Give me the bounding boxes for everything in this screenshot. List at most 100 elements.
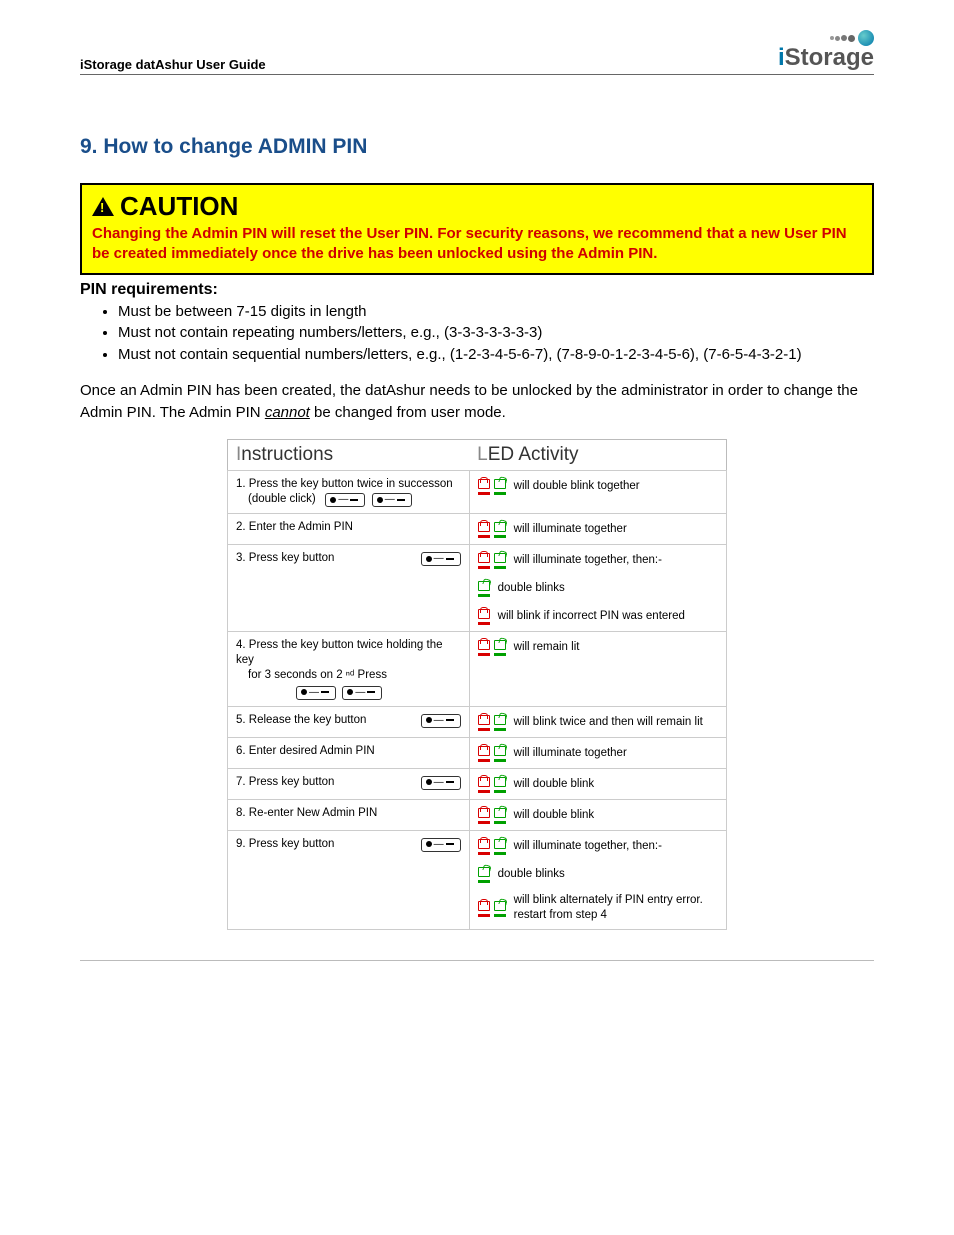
unlocked-led-icon <box>494 477 506 495</box>
section-heading: How to change ADMIN PIN <box>103 135 367 158</box>
table-row: 2. Enter the Admin PIN will illuminate to… <box>228 514 727 545</box>
led-text: will double blink <box>514 777 595 792</box>
led-text: will double blink <box>514 808 595 823</box>
led-activity-cell: will illuminate together, then:- double b… <box>469 545 726 632</box>
led-row: will illuminate together, then:- <box>478 551 718 569</box>
table-row: 7. Press key button— will double blink <box>228 769 727 800</box>
table-row: 5. Release the key button— will blink tw… <box>228 707 727 738</box>
caution-heading: CAUTION <box>92 191 862 222</box>
instruction-subtext: (double click) — — <box>236 492 461 507</box>
instruction-text: 6. Enter desired Admin PIN <box>236 744 461 759</box>
logo-text: iStorage <box>778 44 874 72</box>
led-row: will illuminate together <box>478 520 718 538</box>
led-activity-cell: will illuminate together <box>469 738 726 769</box>
table-row: 4. Press the key button twice holding th… <box>228 632 727 707</box>
locked-led-icon <box>478 899 490 917</box>
led-text: double blinks <box>498 867 565 882</box>
table-row: 8. Re-enter New Admin PIN will double bli… <box>228 800 727 831</box>
key-button-icon: — <box>372 493 412 507</box>
led-activity-cell: will blink twice and then will remain li… <box>469 707 726 738</box>
table-row: 9. Press key button— will illuminate tog… <box>228 831 727 930</box>
led-text: will remain lit <box>514 640 580 655</box>
list-item: Must be between 7-15 digits in length <box>118 301 874 323</box>
led-activity-cell: will illuminate together, then:- double b… <box>469 831 726 930</box>
page-header: iStorage datAshur User Guide iStorage <box>80 30 874 75</box>
unlocked-led-icon <box>478 865 490 883</box>
caution-box: CAUTION Changing the Admin PIN will rese… <box>80 183 874 275</box>
unlocked-led-icon <box>494 713 506 731</box>
key-icons-row: — — <box>236 685 461 700</box>
pin-requirements-title: PIN requirements: <box>80 281 874 299</box>
led-row: will remain lit <box>478 638 718 656</box>
logo: iStorage <box>778 30 874 72</box>
unlocked-led-icon <box>494 806 506 824</box>
locked-led-icon <box>478 713 490 731</box>
led-activity-cell: will remain lit <box>469 632 726 707</box>
led-text: will blink if incorrect PIN was entered <box>498 609 685 624</box>
instruction-subtext: for 3 seconds on 2 ⁿᵈ Press <box>236 668 461 683</box>
header-title: iStorage datAshur User Guide <box>80 57 266 72</box>
led-row: will illuminate together, then:- <box>478 837 718 855</box>
instruction-cell: 8. Re-enter New Admin PIN <box>228 800 470 831</box>
para-text: be changed from user mode. <box>310 404 506 421</box>
led-text: will blink alternately if PIN entry erro… <box>514 893 718 923</box>
instruction-text: 9. Press key button— <box>236 837 461 852</box>
locked-led-icon <box>478 551 490 569</box>
list-item: Must not contain sequential numbers/lett… <box>118 344 874 366</box>
table-row: 1. Press the key button twice in success… <box>228 471 727 514</box>
instruction-cell: 5. Release the key button— <box>228 707 470 738</box>
unlocked-led-icon <box>478 579 490 597</box>
unlocked-led-icon <box>494 551 506 569</box>
led-text: will double blink together <box>514 479 640 494</box>
unlocked-led-icon <box>494 837 506 855</box>
unlocked-led-icon <box>494 899 506 917</box>
locked-led-icon <box>478 806 490 824</box>
key-button-icon: — <box>325 493 365 507</box>
instruction-cell: 3. Press key button— <box>228 545 470 632</box>
instructions-table: Instructions LED Activity 1. Press the k… <box>227 439 727 930</box>
body-paragraph: Once an Admin PIN has been created, the … <box>80 380 874 424</box>
led-text: will blink twice and then will remain li… <box>514 715 703 730</box>
key-button-icon: — <box>421 552 461 566</box>
locked-led-icon <box>478 837 490 855</box>
locked-led-icon <box>478 607 490 625</box>
led-text: will illuminate together <box>514 746 627 761</box>
table-header-led: LED Activity <box>469 440 726 471</box>
key-button-icon: — <box>421 714 461 728</box>
led-row: will double blink <box>478 806 718 824</box>
instruction-cell: 6. Enter desired Admin PIN <box>228 738 470 769</box>
key-button-icon: — <box>342 686 382 700</box>
instruction-text: 1. Press the key button twice in success… <box>236 477 461 492</box>
instruction-text: 7. Press key button— <box>236 775 461 790</box>
led-row: will blink twice and then will remain li… <box>478 713 718 731</box>
table-row: 3. Press key button— will illuminate tog… <box>228 545 727 632</box>
caution-label: CAUTION <box>120 191 238 222</box>
table-row: 6. Enter desired Admin PIN will illuminat… <box>228 738 727 769</box>
footer-divider <box>80 960 874 961</box>
warning-icon <box>92 197 114 216</box>
led-row: will double blink <box>478 775 718 793</box>
key-button-icon: — <box>421 776 461 790</box>
led-text: double blinks <box>498 581 565 596</box>
instruction-cell: 9. Press key button— <box>228 831 470 930</box>
key-button-icon: — <box>296 686 336 700</box>
locked-led-icon <box>478 477 490 495</box>
instruction-text: 3. Press key button— <box>236 551 461 566</box>
key-button-icon: — <box>421 838 461 852</box>
instruction-cell: 7. Press key button— <box>228 769 470 800</box>
led-row: will double blink together <box>478 477 718 495</box>
instruction-text: 4. Press the key button twice holding th… <box>236 638 461 668</box>
instruction-text: 2. Enter the Admin PIN <box>236 520 461 535</box>
led-activity-cell: will double blink <box>469 769 726 800</box>
locked-led-icon <box>478 744 490 762</box>
instruction-text: 8. Re-enter New Admin PIN <box>236 806 461 821</box>
list-item: Must not contain repeating numbers/lette… <box>118 322 874 344</box>
unlocked-led-icon <box>494 638 506 656</box>
led-activity-cell: will double blink together <box>469 471 726 514</box>
instruction-cell: 1. Press the key button twice in success… <box>228 471 470 514</box>
unlocked-led-icon <box>494 775 506 793</box>
section-title: 9. How to change ADMIN PIN <box>80 135 874 159</box>
locked-led-icon <box>478 638 490 656</box>
led-row: will illuminate together <box>478 744 718 762</box>
caution-body: Changing the Admin PIN will reset the Us… <box>92 224 862 265</box>
